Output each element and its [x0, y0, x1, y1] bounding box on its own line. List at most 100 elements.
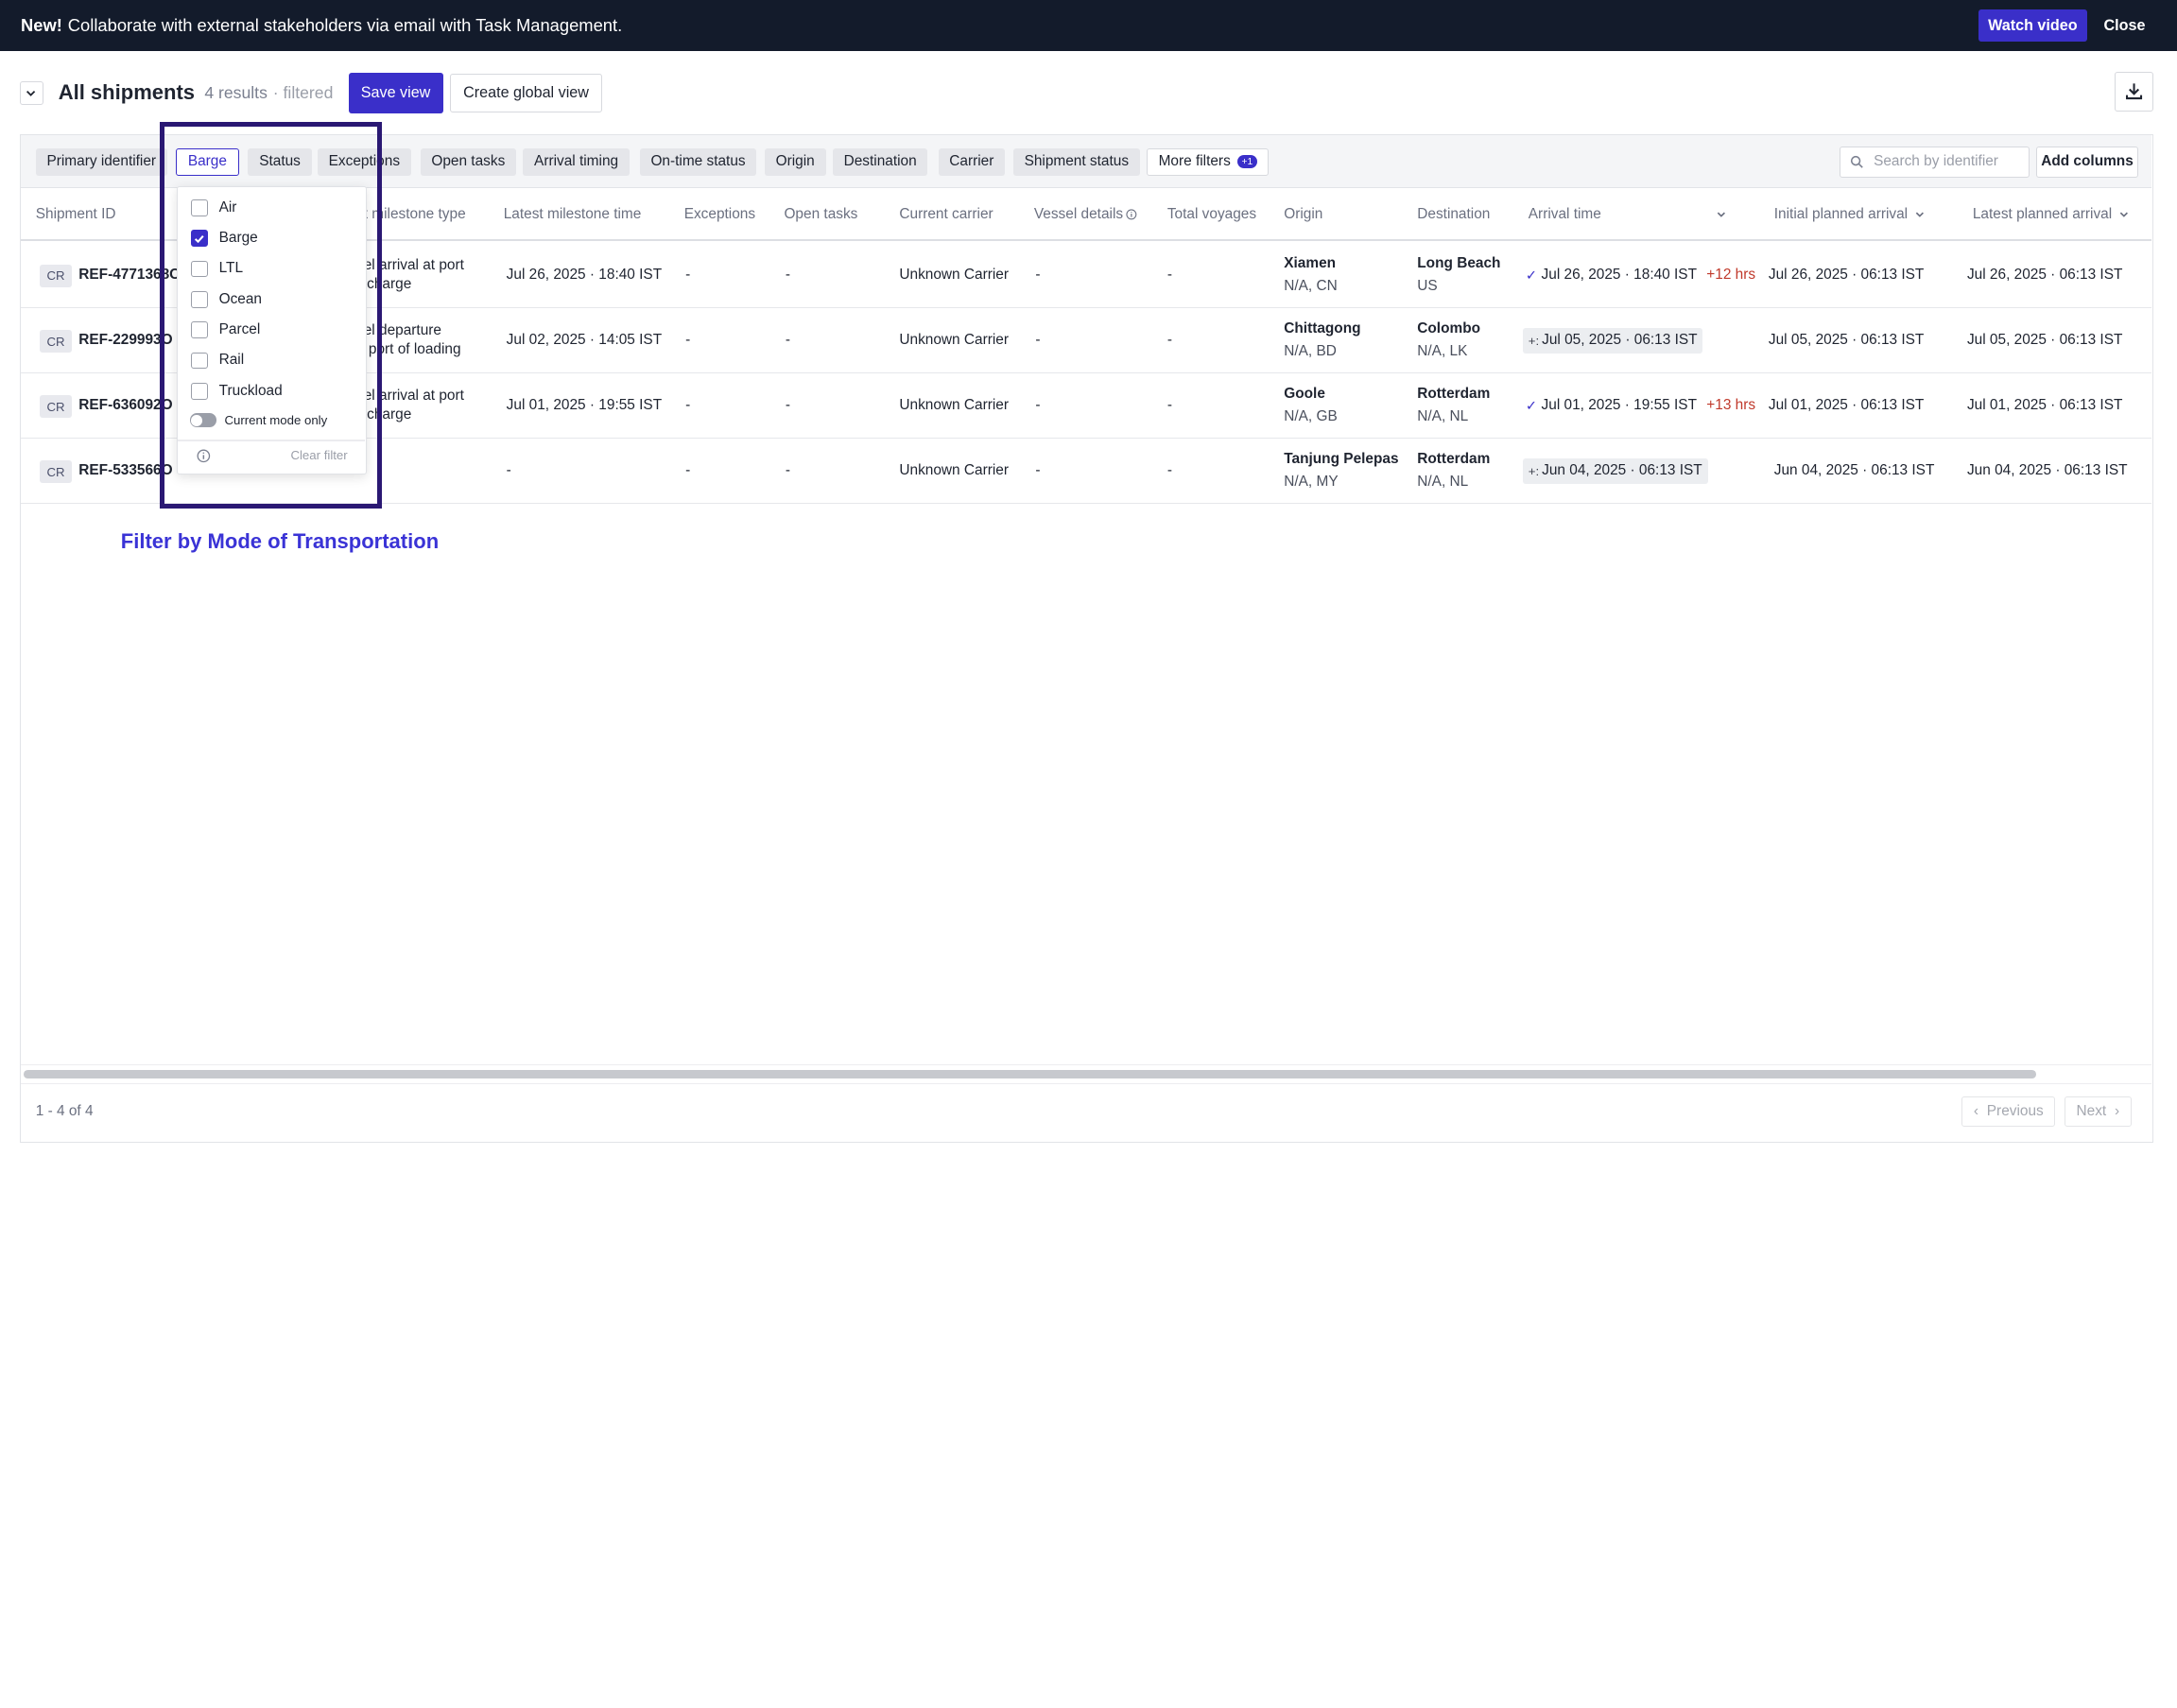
estimated-arrival-pill: +: Jun 04, 2025 · 06:13 IST: [1522, 457, 1708, 484]
mode-option-truckload[interactable]: Truckload: [191, 381, 283, 401]
filter-mode[interactable]: Barge: [176, 147, 239, 177]
filter-status[interactable]: Status: [248, 147, 312, 177]
col-current-carrier[interactable]: Current carrier: [899, 188, 993, 241]
destination-region: N/A, LK: [1417, 343, 1468, 360]
mode-option-rail[interactable]: Rail: [191, 351, 244, 371]
mode-filter-dropdown: Air Barge LTL Ocean Parcel Rail Truckloa…: [176, 185, 367, 475]
col-shipment-id[interactable]: Shipment ID: [36, 188, 116, 241]
col-arrival-time[interactable]: Arrival time: [1529, 188, 1727, 241]
filter-open-tasks[interactable]: Open tasks: [420, 147, 517, 177]
milestone-type-line1: sel arrival at port: [356, 256, 464, 273]
cr-badge: CR: [40, 330, 72, 353]
mode-option-barge[interactable]: Barge: [191, 229, 258, 249]
col-vessel-details[interactable]: Vessel details: [1034, 188, 1137, 241]
estimate-icon: +:: [1528, 463, 1540, 478]
shipment-id[interactable]: REF-636092O: [78, 373, 172, 439]
milestone-time: Jul 26, 2025 · 18:40 IST: [506, 267, 663, 284]
filter-primary-identifier[interactable]: Primary identifier: [35, 147, 167, 177]
col-destination[interactable]: Destination: [1417, 188, 1490, 241]
view-menu-toggle[interactable]: [19, 80, 43, 105]
previous-page-button[interactable]: ‹ Previous: [1961, 1096, 2056, 1128]
search-input[interactable]: [1874, 153, 2027, 171]
shipment-id[interactable]: REF-229993O: [78, 308, 172, 373]
announcement-banner: New! Collaborate with external stakehold…: [0, 0, 2177, 52]
col-latest-milestone-type[interactable]: st milestone type: [356, 188, 466, 241]
origin-city: Chittagong: [1284, 320, 1361, 337]
voyages-value: -: [1166, 462, 1172, 479]
checkbox[interactable]: [191, 382, 208, 400]
watch-video-button[interactable]: Watch video: [1978, 9, 2087, 43]
destination-city: Rotterdam: [1417, 386, 1491, 403]
initial-planned-value: Jul 26, 2025 · 06:13 IST: [1768, 267, 1925, 284]
col-latest-milestone-time[interactable]: Latest milestone time: [504, 188, 642, 241]
horizontal-scrollbar[interactable]: [23, 1070, 2037, 1078]
carrier-value: Unknown Carrier: [899, 267, 1009, 284]
latest-planned-value: Jun 04, 2025 · 06:13 IST: [1966, 462, 2128, 479]
col-origin[interactable]: Origin: [1284, 188, 1322, 241]
checkbox[interactable]: [191, 321, 208, 338]
destination-value: Rotterdam N/A, NL: [1417, 439, 1490, 504]
clear-filter-button[interactable]: Clear filter: [290, 448, 347, 462]
checkbox[interactable]: [191, 260, 208, 278]
checkbox[interactable]: [191, 199, 208, 216]
col-latest-planned-arrival[interactable]: Latest planned arrival: [1973, 188, 2130, 241]
vessel-value: -: [1035, 462, 1041, 479]
pagination-range: 1 - 4 of 4: [35, 1103, 94, 1120]
col-open-tasks[interactable]: Open tasks: [784, 188, 857, 241]
more-filters-label: More filters: [1158, 153, 1231, 170]
arrival-time-value: ✓ Jul 01, 2025 · 19:55 IST +13 hrs: [1526, 373, 1755, 439]
current-mode-only-toggle[interactable]: [189, 413, 216, 428]
shipment-id[interactable]: REF-533566O: [78, 439, 172, 504]
current-mode-only-label: Current mode only: [224, 413, 328, 428]
carrier-value: Unknown Carrier: [899, 397, 1009, 414]
create-global-view-button[interactable]: Create global view: [449, 73, 603, 113]
col-vessel-details-label: Vessel details: [1033, 206, 1124, 223]
mode-option-ltl[interactable]: LTL: [191, 259, 243, 279]
destination-city: Rotterdam: [1417, 451, 1491, 468]
col-initial-planned-arrival[interactable]: Initial planned arrival: [1774, 188, 1926, 241]
add-columns-button[interactable]: Add columns: [2036, 147, 2138, 178]
col-exceptions[interactable]: Exceptions: [684, 188, 755, 241]
checkbox[interactable]: [191, 290, 208, 308]
initial-planned-value: Jul 05, 2025 · 06:13 IST: [1768, 332, 1925, 349]
mode-option-ocean[interactable]: Ocean: [191, 290, 262, 310]
download-icon: [2126, 83, 2143, 100]
next-page-button[interactable]: Next ›: [2064, 1096, 2132, 1128]
filter-exceptions[interactable]: Exceptions: [317, 147, 411, 177]
close-banner-button[interactable]: Close: [2103, 17, 2145, 35]
origin-region: N/A, MY: [1284, 474, 1339, 491]
chevron-down-icon: [2120, 212, 2129, 218]
cr-badge: CR: [40, 265, 72, 287]
filter-origin[interactable]: Origin: [764, 147, 826, 177]
exceptions-value: -: [685, 267, 691, 284]
mode-option-parcel[interactable]: Parcel: [191, 320, 260, 340]
open-tasks-value: -: [785, 462, 791, 479]
milestone-type-line1: sel arrival at port: [356, 387, 464, 404]
filter-carrier[interactable]: Carrier: [938, 147, 1006, 177]
open-tasks-value: -: [785, 332, 791, 349]
origin-city: Xiamen: [1284, 255, 1337, 272]
filter-arrival-timing[interactable]: Arrival timing: [523, 147, 630, 177]
mode-option-air[interactable]: Air: [191, 198, 236, 218]
chevron-down-icon: [1717, 212, 1726, 218]
col-total-voyages[interactable]: Total voyages: [1167, 188, 1256, 241]
filter-destination[interactable]: Destination: [832, 147, 928, 177]
download-button[interactable]: [2115, 72, 2154, 112]
mode-option-label: Ocean: [218, 290, 263, 307]
chevron-right-icon: ›: [2115, 1103, 2120, 1120]
page: New! Collaborate with external stakehold…: [0, 0, 2177, 1162]
arrival-delta: +13 hrs: [1706, 397, 1756, 414]
milestone-type-line1: sel departure: [356, 321, 441, 338]
col-latest-planned-arrival-label: Latest planned arrival: [1972, 206, 2113, 223]
shipment-id[interactable]: REF-4771368OC: [78, 243, 191, 308]
save-view-button[interactable]: Save view: [348, 73, 443, 113]
filter-shipment-status[interactable]: Shipment status: [1012, 147, 1140, 177]
arrival-time-text: Jul 01, 2025 · 19:55 IST: [1541, 397, 1697, 414]
more-filters-button[interactable]: More filters +1: [1146, 147, 1270, 177]
filter-on-time-status[interactable]: On-time status: [639, 147, 757, 177]
checkbox-checked[interactable]: [191, 230, 208, 247]
checkbox[interactable]: [191, 352, 208, 370]
arrival-time-value: +: Jul 05, 2025 · 06:13 IST: [1522, 308, 1703, 373]
check-icon: [195, 234, 205, 243]
info-icon[interactable]: [197, 449, 211, 463]
